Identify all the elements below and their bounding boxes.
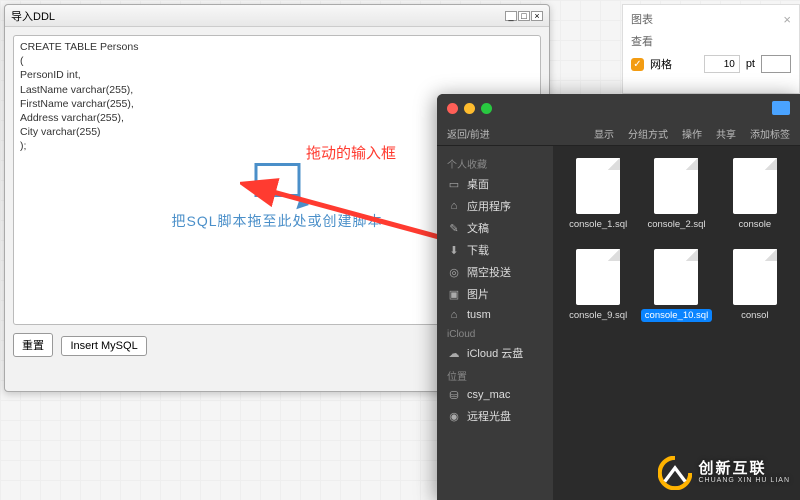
sidebar-item-desktop[interactable]: ▭ 桌面 [437, 173, 553, 195]
file-name: console_1.sql [565, 218, 631, 231]
toolbar-view[interactable]: 显示 [594, 126, 614, 141]
sidebar-item-remote[interactable]: ◉ 远程光盘 [437, 405, 553, 427]
file-item[interactable]: console_9.sql [561, 249, 635, 322]
sidebar-item-label: 远程光盘 [467, 408, 511, 424]
sidebar-item-label: iCloud 云盘 [467, 345, 523, 361]
down-icon: ⬇ [447, 243, 461, 257]
chart-panel-title: 图表 [631, 11, 653, 27]
sb-section-fav: 个人收藏 [437, 152, 553, 173]
folder-icon [772, 101, 790, 115]
sidebar-item-down[interactable]: ⬇ 下载 [437, 239, 553, 261]
sidebar-item-home[interactable]: ⌂ tusm [437, 305, 553, 325]
file-name: console_9.sql [565, 309, 631, 322]
file-item[interactable]: consol [718, 249, 792, 322]
disk-icon: ⛁ [447, 388, 461, 402]
file-icon [733, 249, 777, 305]
sidebar-item-label: csy_mac [467, 389, 510, 401]
toolbar-tag[interactable]: 添加标签 [750, 126, 790, 141]
file-name: consol [737, 309, 772, 322]
finder-window: 返回/前进 显示 分组方式 操作 共享 添加标签 个人收藏 ▭ 桌面 ⌂ 应用程序 ✎ 文… [437, 94, 800, 500]
file-item[interactable]: console_1.sql [561, 158, 635, 231]
sidebar-item-app[interactable]: ⌂ 应用程序 [437, 195, 553, 217]
sidebar-item-label: tusm [467, 309, 491, 321]
toolbar-action[interactable]: 操作 [682, 126, 702, 141]
annotation-label: 拖动的输入框 [306, 142, 396, 163]
airdrop-icon: ◎ [447, 265, 461, 279]
image-placeholder-icon [254, 163, 300, 203]
file-item[interactable]: console_2.sql [639, 158, 713, 231]
ddl-title: 导入DDL [11, 8, 55, 24]
close-icon[interactable]: × [531, 11, 543, 21]
cloud-icon: ☁ [447, 346, 461, 360]
file-icon [654, 249, 698, 305]
sidebar-item-cloud[interactable]: ☁ iCloud 云盘 [437, 342, 553, 364]
maximize-icon[interactable]: □ [518, 11, 530, 21]
watermark-en: CHUANG XIN HU LIAN [698, 477, 790, 485]
sidebar-item-disk[interactable]: ⛁ csy_mac [437, 385, 553, 405]
remote-icon: ◉ [447, 409, 461, 423]
sidebar-item-label: 下载 [467, 242, 489, 258]
insert-mysql-button[interactable]: Insert MySQL [61, 336, 146, 356]
traffic-minimize-icon[interactable] [464, 103, 475, 114]
home-icon: ⌂ [447, 308, 461, 322]
sidebar-item-pic[interactable]: ▣ 图片 [437, 283, 553, 305]
toolbar-share[interactable]: 共享 [716, 126, 736, 141]
reset-button[interactable]: 重置 [13, 333, 53, 357]
sidebar-item-airdrop[interactable]: ◎ 隔空投送 [437, 261, 553, 283]
finder-sidebar: 个人收藏 ▭ 桌面 ⌂ 应用程序 ✎ 文稿 ⬇ 下载 ◎ 隔空投送 ▣ 图片 ⌂ tusm iCloud … [437, 146, 553, 500]
ddl-titlebar[interactable]: 导入DDL _ □ × [5, 5, 549, 27]
grid-size-unit: pt [746, 58, 755, 70]
sidebar-item-label: 桌面 [467, 176, 489, 192]
watermark-logo: 创新互联 CHUANG XIN HU LIAN [658, 456, 790, 490]
file-name: console_10.sql [641, 309, 712, 322]
finder-content: console_1.sql console_2.sql console console… [553, 146, 800, 500]
file-icon [576, 158, 620, 214]
grid-label: 网格 [650, 56, 672, 72]
file-item[interactable]: console [718, 158, 792, 231]
sidebar-item-doc[interactable]: ✎ 文稿 [437, 217, 553, 239]
doc-icon: ✎ [447, 221, 461, 235]
file-item[interactable]: console_10.sql [639, 249, 713, 322]
file-icon [654, 158, 698, 214]
desktop-icon: ▭ [447, 177, 461, 191]
sidebar-item-label: 文稿 [467, 220, 489, 236]
file-name: console_2.sql [643, 218, 709, 231]
traffic-zoom-icon[interactable] [481, 103, 492, 114]
sb-section-loc: 位置 [437, 364, 553, 385]
watermark-cn: 创新互联 [698, 461, 790, 478]
grid-size-input[interactable] [704, 55, 740, 73]
sidebar-item-label: 图片 [467, 286, 489, 302]
grid-checkbox[interactable]: ✓ [631, 58, 644, 71]
traffic-close-icon[interactable] [447, 103, 458, 114]
finder-titlebar[interactable] [437, 94, 800, 122]
nav-back-forward[interactable]: 返回/前进 [447, 126, 490, 141]
chart-panel: 图表 × 查看 ✓ 网格 pt [622, 4, 800, 94]
app-icon: ⌂ [447, 199, 461, 213]
watermark-icon [658, 456, 692, 490]
finder-toolbar: 返回/前进 显示 分组方式 操作 共享 添加标签 [437, 122, 800, 146]
dropzone[interactable]: 把SQL脚本拖至此处或创建脚本 [171, 163, 382, 231]
file-name: console [734, 218, 775, 231]
grid-color-swatch[interactable] [761, 55, 791, 73]
sidebar-item-label: 应用程序 [467, 198, 511, 214]
pic-icon: ▣ [447, 287, 461, 301]
sb-section-icloud: iCloud [437, 325, 553, 342]
file-icon [733, 158, 777, 214]
sidebar-item-label: 隔空投送 [467, 264, 511, 280]
file-icon [576, 249, 620, 305]
dropzone-text: 把SQL脚本拖至此处或创建脚本 [171, 211, 382, 231]
panel-close-icon[interactable]: × [783, 12, 791, 27]
toolbar-group[interactable]: 分组方式 [628, 126, 668, 141]
chart-panel-section: 查看 [631, 33, 791, 49]
minimize-icon[interactable]: _ [505, 11, 517, 21]
